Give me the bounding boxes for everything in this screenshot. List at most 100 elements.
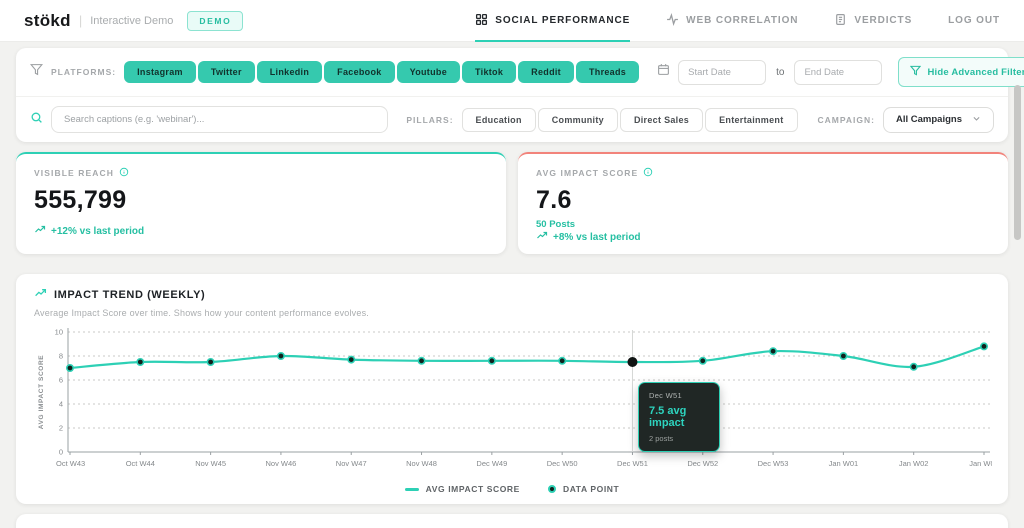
- top-bar: stökd | Interactive Demo DEMO SOCIAL PER…: [0, 0, 1024, 42]
- svg-text:0: 0: [59, 448, 63, 457]
- tooltip-impact: 7.5 avg impact: [649, 405, 687, 429]
- svg-text:Dec W49: Dec W49: [476, 459, 507, 468]
- svg-text:Oct W43: Oct W43: [56, 459, 85, 468]
- nav-social-performance[interactable]: SOCIAL PERFORMANCE: [475, 0, 631, 42]
- platform-pill[interactable]: Facebook: [324, 61, 395, 83]
- svg-text:Nov W48: Nov W48: [406, 459, 437, 468]
- search-icon: [30, 111, 43, 129]
- svg-text:6: 6: [59, 376, 63, 385]
- visible-reach-value: 555,799: [34, 186, 127, 214]
- search-input[interactable]: [51, 106, 389, 133]
- scrollbar-thumb[interactable]: [1014, 85, 1021, 240]
- stat-label-row: VISIBLE REACH: [34, 167, 488, 179]
- pillar-pill[interactable]: Direct Sales: [619, 107, 704, 132]
- app-subtitle: Interactive Demo: [90, 14, 174, 27]
- hide-advanced-filters-button[interactable]: Hide Advanced Filters: [898, 57, 1024, 87]
- stat-label: VISIBLE REACH: [34, 168, 114, 178]
- svg-text:Dec W51: Dec W51: [617, 459, 648, 468]
- platform-pill[interactable]: Tiktok: [462, 61, 517, 83]
- platform-pills: Instagram Twitter Linkedin Facebook Youtube T…: [124, 61, 641, 83]
- pillar-pill[interactable]: Entertainment: [705, 107, 798, 132]
- nav-label: LOG OUT: [948, 15, 1000, 26]
- chart-tooltip: Dec W51 7.5 avg impact 2 posts: [638, 382, 720, 452]
- trending-up-icon: [34, 287, 47, 303]
- start-date-input[interactable]: [678, 59, 767, 85]
- document-icon: [834, 13, 847, 29]
- svg-text:AVG IMPACT SCORE: AVG IMPACT SCORE: [38, 355, 45, 429]
- legend-label: AVG IMPACT SCORE: [425, 484, 520, 494]
- info-icon[interactable]: [119, 167, 129, 179]
- svg-text:Nov W47: Nov W47: [336, 459, 367, 468]
- impact-trend-svg: 0 2 4 6 8 10 AVG IMPACT SCORE Oct W43 Oct W44 Nov…: [38, 328, 992, 469]
- trending-up-icon: [34, 224, 46, 239]
- nav-label: SOCIAL PERFORMANCE: [495, 15, 631, 26]
- calendar-icon: [657, 63, 670, 81]
- svg-text:10: 10: [55, 328, 63, 337]
- svg-text:Oct W44: Oct W44: [126, 459, 155, 468]
- svg-text:Jan W03: Jan W03: [969, 459, 992, 468]
- platforms-row: PLATFORMS: Instagram Twitter Linkedin Faceb…: [16, 48, 1024, 96]
- main-nav: SOCIAL PERFORMANCE WEB CORRELATION VERDI…: [475, 0, 1000, 42]
- filter-icon: [910, 65, 922, 79]
- stat-label-row: AVG IMPACT SCORE: [536, 167, 990, 179]
- platform-pill[interactable]: Threads: [575, 61, 640, 83]
- tooltip-posts: 2 posts: [649, 434, 674, 443]
- pillar-pill[interactable]: Education: [461, 107, 536, 132]
- info-icon[interactable]: [643, 167, 653, 179]
- delta-text: +12% vs last period: [51, 226, 145, 237]
- chart-legend: AVG IMPACT SCORE DATA POINT: [34, 484, 990, 494]
- nav-verdicts[interactable]: VERDICTS: [834, 0, 912, 42]
- campaign-select[interactable]: All Campaigns: [883, 106, 994, 133]
- end-date-input[interactable]: [794, 59, 883, 85]
- stat-label: AVG IMPACT SCORE: [536, 168, 639, 178]
- trending-up-icon: [536, 230, 548, 245]
- grid-icon: [475, 13, 488, 29]
- nav-log-out[interactable]: LOG OUT: [948, 0, 1000, 42]
- stat-delta: +12% vs last period: [34, 224, 488, 241]
- svg-text:8: 8: [59, 352, 63, 361]
- date-to-label: to: [776, 66, 785, 78]
- nav-web-correlation[interactable]: WEB CORRELATION: [666, 0, 798, 42]
- stats-row: VISIBLE REACH 555,799 +12% vs last perio…: [16, 152, 1008, 254]
- dot-swatch-icon: [547, 485, 556, 493]
- visible-reach-card: VISIBLE REACH 555,799 +12% vs last perio…: [16, 152, 506, 254]
- filter-icon: [29, 63, 44, 81]
- chart-title: IMPACT TREND (WEEKLY): [54, 289, 206, 301]
- legend-avg-impact-score: AVG IMPACT SCORE: [404, 484, 520, 494]
- chevron-down-icon: [972, 114, 981, 126]
- chart-subtitle: Average Impact Score over time. Shows ho…: [34, 308, 369, 318]
- posts-count: 50 Posts: [536, 219, 576, 230]
- pillars-label: PILLARS:: [406, 114, 454, 125]
- format-performance-panel: FORMAT PERFORMANCE BREAKDOWN: [16, 514, 1008, 528]
- filters-panel: PLATFORMS: Instagram Twitter Linkedin Faceb…: [16, 48, 1024, 142]
- platform-pill[interactable]: Reddit: [518, 61, 574, 83]
- platform-pill[interactable]: Youtube: [396, 61, 461, 83]
- campaign-value: All Campaigns: [896, 114, 962, 125]
- svg-text:Nov W45: Nov W45: [195, 459, 226, 468]
- svg-text:2: 2: [59, 424, 63, 433]
- campaign-label: CAMPAIGN:: [817, 114, 875, 125]
- demo-badge: DEMO: [187, 10, 244, 31]
- line-swatch-icon: [404, 487, 419, 491]
- impact-trend-panel: IMPACT TREND (WEEKLY) Average Impact Sco…: [16, 274, 1008, 504]
- tooltip-week: Dec W51: [649, 391, 682, 400]
- platforms-label: PLATFORMS:: [51, 67, 117, 77]
- chart-area[interactable]: 0 2 4 6 8 10 AVG IMPACT SCORE Oct W43 Oct W44 Nov…: [34, 326, 992, 476]
- legend-data-point: DATA POINT: [547, 484, 619, 494]
- search-row: PILLARS: EducationCommunityDirect SalesE…: [16, 96, 1008, 142]
- svg-text:Dec W53: Dec W53: [758, 459, 789, 468]
- delta-text: +8% vs last period: [553, 232, 641, 243]
- pillar-pill[interactable]: Community: [537, 107, 618, 132]
- svg-text:Jan W02: Jan W02: [899, 459, 929, 468]
- logo-divider: |: [78, 13, 83, 28]
- avg-impact-score-card: AVG IMPACT SCORE 7.6 50 Posts +8% vs las…: [518, 152, 1008, 254]
- platform-pill[interactable]: Twitter: [197, 61, 255, 83]
- platform-pill[interactable]: Linkedin: [256, 61, 323, 83]
- svg-text:Nov W46: Nov W46: [266, 459, 297, 468]
- svg-text:Dec W50: Dec W50: [547, 459, 578, 468]
- svg-text:Jan W01: Jan W01: [829, 459, 859, 468]
- svg-text:4: 4: [59, 400, 63, 409]
- activity-icon: [666, 12, 679, 29]
- button-label: Hide Advanced Filters: [927, 66, 1024, 78]
- platform-pill[interactable]: Instagram: [124, 61, 196, 83]
